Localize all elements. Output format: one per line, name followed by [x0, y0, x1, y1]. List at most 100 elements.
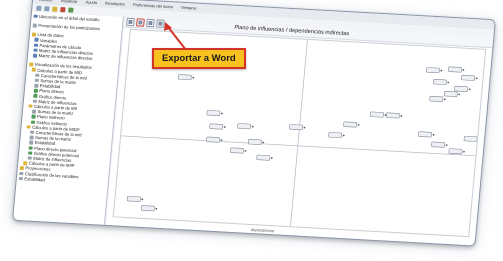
menu-item[interactable]: Visualizar	[60, 0, 78, 4]
variable-point	[468, 88, 471, 91]
tree-node-icon	[29, 135, 34, 140]
tree-node-icon	[33, 94, 38, 98]
variable-point	[342, 134, 345, 137]
variable-point	[458, 93, 461, 96]
gear-icon	[158, 21, 163, 26]
variable-point	[141, 198, 144, 201]
variable-point	[400, 115, 403, 117]
tree-node-icon	[33, 43, 38, 47]
variable-marker	[177, 74, 192, 81]
tree-node-icon	[32, 23, 37, 28]
variable-marker	[431, 141, 446, 148]
tree-node-icon	[29, 130, 34, 135]
export-word-button[interactable]	[136, 18, 145, 27]
variable-point	[443, 98, 446, 101]
variable-marker	[230, 147, 244, 154]
tree-node-icon	[33, 14, 38, 19]
export-word-callout: Exportar a Word	[152, 48, 246, 69]
tree-node-icon	[32, 99, 37, 104]
run-icon[interactable]	[68, 6, 74, 13]
new-file-icon[interactable]	[36, 5, 42, 11]
tree-node-icon	[28, 145, 33, 150]
variable-marker	[141, 205, 155, 212]
open-folder-icon[interactable]	[44, 5, 50, 11]
variable-marker	[443, 91, 458, 97]
variable-point	[478, 138, 480, 141]
variable-marker	[256, 154, 271, 161]
variable-marker	[126, 195, 141, 202]
variable-marker	[206, 110, 221, 117]
variable-point	[262, 141, 265, 144]
tree-node-icon	[19, 171, 23, 176]
tree-node-icon	[31, 67, 36, 72]
variable-marker	[418, 131, 432, 138]
variable-marker	[289, 124, 303, 131]
menu-item[interactable]: Ayuda	[86, 0, 98, 5]
variable-point	[223, 126, 226, 128]
save-icon[interactable]	[52, 6, 58, 12]
tree-item-label: Presentación de los participantes	[38, 23, 101, 32]
tree-node-icon	[29, 62, 33, 67]
settings-button[interactable]	[156, 19, 165, 28]
variable-point	[221, 112, 223, 115]
tree-node-icon	[19, 166, 24, 171]
tree-node-icon	[26, 125, 31, 129]
variable-marker	[463, 135, 478, 142]
variable-point	[447, 81, 450, 84]
variable-point	[432, 133, 435, 136]
variable-marker	[206, 136, 220, 143]
tree-node-icon	[31, 114, 36, 119]
variable-point	[303, 126, 306, 129]
menu-item[interactable]: Ventana	[181, 5, 196, 11]
word-icon	[138, 20, 143, 25]
tree-node-icon	[33, 48, 38, 53]
variable-point	[220, 139, 223, 141]
tree-item[interactable]: Ubicación en el árbol del estudio	[33, 14, 120, 24]
variable-point	[357, 124, 360, 126]
tree-node-icon	[31, 109, 36, 114]
tree-item[interactable]: Presentación de los participantes	[32, 23, 120, 33]
tree-node-icon	[28, 104, 33, 108]
tree-node-icon	[34, 83, 39, 88]
tree-node-icon	[31, 32, 36, 37]
variable-marker	[328, 132, 343, 139]
variable-marker	[247, 139, 262, 145]
variable-marker	[429, 95, 444, 102]
variable-point	[440, 69, 443, 72]
tree-node-icon	[33, 88, 38, 93]
variable-marker	[370, 111, 384, 118]
variable-marker	[448, 148, 463, 155]
tree-item-label: Estabilidad	[24, 176, 46, 183]
variable-marker	[432, 78, 447, 85]
menu-item[interactable]: Preferencias del motor	[133, 2, 174, 9]
variable-marker	[448, 66, 462, 73]
tree-node-icon	[32, 53, 37, 58]
tree-item-label: Ubicación en el árbol del estudio	[38, 13, 100, 23]
variable-marker	[426, 67, 440, 74]
variable-marker	[461, 74, 476, 81]
menu-item[interactable]: Archivo	[39, 0, 53, 3]
app-window: Archivo Visualizar Ayuda Resultados Preferen…	[12, 0, 496, 247]
variable-point	[251, 125, 254, 128]
tree-node-icon	[18, 176, 23, 181]
tree-node-icon	[23, 161, 27, 166]
variable-point	[244, 150, 247, 152]
variable-marker	[237, 123, 252, 130]
variable-point	[445, 144, 448, 146]
close-icon[interactable]	[60, 6, 66, 12]
variable-point	[155, 207, 158, 210]
tree-node-icon	[28, 151, 32, 155]
variable-point	[270, 157, 273, 159]
menu-item[interactable]: Resultados	[105, 1, 125, 7]
variable-point	[463, 150, 465, 153]
tree-node-icon	[34, 78, 39, 83]
variable-point	[192, 76, 195, 79]
copy-button[interactable]	[126, 17, 135, 27]
print-icon	[148, 20, 153, 26]
print-button[interactable]	[146, 18, 155, 28]
x-axis-label: dependencia	[250, 227, 275, 234]
vertical-axis	[290, 39, 308, 227]
study-tree-sidebar: Ubicación en el árbol del estudio Present…	[13, 11, 124, 225]
tree-node-icon	[34, 38, 39, 42]
tree-node-icon	[35, 73, 39, 78]
